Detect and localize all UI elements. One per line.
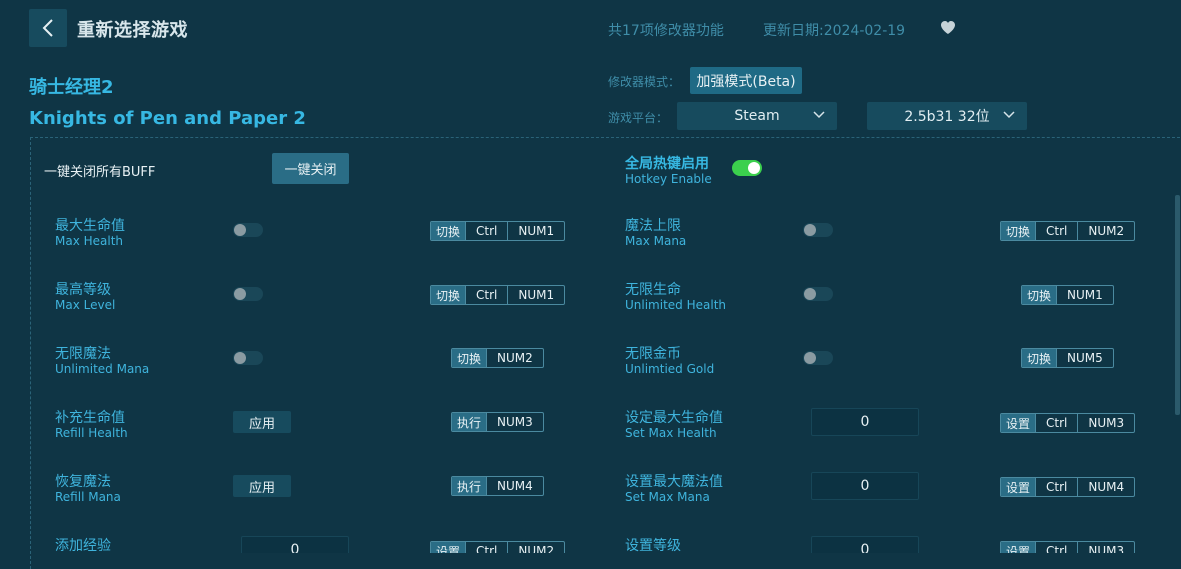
hotkey-key: NUM2 [1077, 222, 1134, 240]
cheat-label-en: Unlimtied Gold [625, 362, 715, 376]
cheat-list: 一键关闭所有BUFF 一键关闭 全局热键启用 Hotkey Enable 最大生… [0, 0, 1181, 553]
hotkey-key: NUM1 [1056, 286, 1113, 304]
hotkey-tag: 切换 [1022, 349, 1057, 367]
hotkey-key: NUM4 [486, 477, 543, 495]
hotkey-enable-label-cn: 全局热键启用 [625, 156, 709, 172]
hotkey-key: NUM3 [1077, 542, 1134, 553]
max-mana-hotkey[interactable]: 切换 Ctrl NUM2 [1000, 221, 1136, 241]
hotkey-enable-toggle[interactable] [732, 160, 762, 176]
hotkey-key: NUM1 [507, 286, 564, 304]
max-health-toggle[interactable] [233, 223, 263, 237]
cheat-label-cn: 设置最大魔法值 [625, 474, 723, 490]
hotkey-key: NUM4 [1077, 478, 1134, 496]
cheat-label-en: Max Mana [625, 234, 687, 248]
hotkey-key: NUM2 [507, 542, 564, 553]
hotkey-key: NUM3 [1077, 414, 1134, 432]
add-exp-input[interactable]: 0 [241, 536, 349, 553]
close-all-label: 一键关闭所有BUFF [44, 165, 156, 180]
cheat-label-en: Max Health [55, 234, 124, 248]
hotkey-tag: 设置 [1001, 542, 1036, 553]
cheat-label-cn: 添加经验 [55, 538, 111, 553]
set-max-health-input[interactable]: 0 [811, 408, 919, 436]
hotkey-key: Ctrl [465, 222, 507, 240]
hotkey-key: NUM2 [486, 349, 543, 367]
hotkey-tag: 切换 [431, 222, 466, 240]
hotkey-tag: 执行 [452, 477, 487, 495]
hotkey-enable-label-en: Hotkey Enable [625, 172, 712, 186]
hotkey-tag: 切换 [1022, 286, 1057, 304]
max-level-toggle[interactable] [233, 287, 263, 301]
cheat-label-en: Set Max Health [625, 426, 717, 440]
max-mana-toggle[interactable] [803, 223, 833, 237]
unlimited-mana-hotkey[interactable]: 切换 NUM2 [451, 348, 544, 368]
toggle-knob [748, 162, 760, 174]
hotkey-tag: 切换 [452, 349, 487, 367]
hotkey-tag: 切换 [1001, 222, 1036, 240]
toggle-knob [234, 352, 246, 364]
set-max-mana-hotkey[interactable]: 设置 Ctrl NUM4 [1000, 477, 1136, 497]
hotkey-tag: 设置 [1001, 414, 1036, 432]
toggle-knob [804, 352, 816, 364]
cheat-label-en: Unlimited Mana [55, 362, 150, 376]
cheat-label-en: Set Max Mana [625, 490, 710, 504]
hotkey-key: Ctrl [1035, 414, 1077, 432]
cheat-label-cn: 无限金币 [625, 346, 681, 362]
toggle-knob [234, 288, 246, 300]
cheat-label-en: Refill Mana [55, 490, 121, 504]
refill-mana-hotkey[interactable]: 执行 NUM4 [451, 476, 544, 496]
max-health-hotkey[interactable]: 切换 Ctrl NUM1 [430, 221, 566, 241]
hotkey-key: NUM1 [507, 222, 564, 240]
hotkey-key: Ctrl [1035, 478, 1077, 496]
cheat-label-en: Refill Health [55, 426, 128, 440]
hotkey-key: Ctrl [1035, 542, 1077, 553]
cheat-label-cn: 恢复魔法 [55, 474, 111, 490]
set-max-mana-input[interactable]: 0 [811, 472, 919, 500]
cheat-label-en: Max Level [55, 298, 116, 312]
toggle-knob [804, 224, 816, 236]
hotkey-key: NUM5 [1056, 349, 1113, 367]
hotkey-key: Ctrl [465, 286, 507, 304]
hotkey-tag: 切换 [431, 286, 466, 304]
hotkey-key: Ctrl [1035, 222, 1077, 240]
unlimited-gold-hotkey[interactable]: 切换 NUM5 [1021, 348, 1114, 368]
hotkey-tag: 设置 [1001, 478, 1036, 496]
set-level-input[interactable]: 0 [811, 536, 919, 553]
refill-health-apply-button[interactable]: 应用 [233, 411, 291, 433]
cheat-label-cn: 最高等级 [55, 282, 111, 298]
hotkey-tag: 执行 [452, 413, 487, 431]
set-max-health-hotkey[interactable]: 设置 Ctrl NUM3 [1000, 413, 1136, 433]
toggle-knob [804, 288, 816, 300]
hotkey-key: Ctrl [465, 542, 507, 553]
cheat-label-cn: 魔法上限 [625, 218, 681, 234]
unlimited-health-toggle[interactable] [803, 287, 833, 301]
add-exp-hotkey[interactable]: 设置 Ctrl NUM2 [430, 541, 566, 553]
unlimited-mana-toggle[interactable] [233, 351, 263, 365]
cheat-label-cn: 无限魔法 [55, 346, 111, 362]
set-level-hotkey[interactable]: 设置 Ctrl NUM3 [1000, 541, 1136, 553]
refill-health-hotkey[interactable]: 执行 NUM3 [451, 412, 544, 432]
close-all-button[interactable]: 一键关闭 [272, 153, 349, 184]
hotkey-tag: 设置 [431, 542, 466, 553]
cheat-label-cn: 设定最大生命值 [625, 410, 723, 426]
unlimited-health-hotkey[interactable]: 切换 NUM1 [1021, 285, 1114, 305]
cheat-label-cn: 补充生命值 [55, 410, 125, 426]
hotkey-key: NUM3 [486, 413, 543, 431]
cheat-label-en: Unlimited Health [625, 298, 727, 312]
cheat-label-cn: 设置等级 [625, 538, 681, 553]
toggle-knob [234, 224, 246, 236]
cheat-label-cn: 无限生命 [625, 282, 681, 298]
cheat-label-cn: 最大生命值 [55, 218, 125, 234]
unlimited-gold-toggle[interactable] [803, 351, 833, 365]
max-level-hotkey[interactable]: 切换 Ctrl NUM1 [430, 285, 566, 305]
refill-mana-apply-button[interactable]: 应用 [233, 475, 291, 497]
